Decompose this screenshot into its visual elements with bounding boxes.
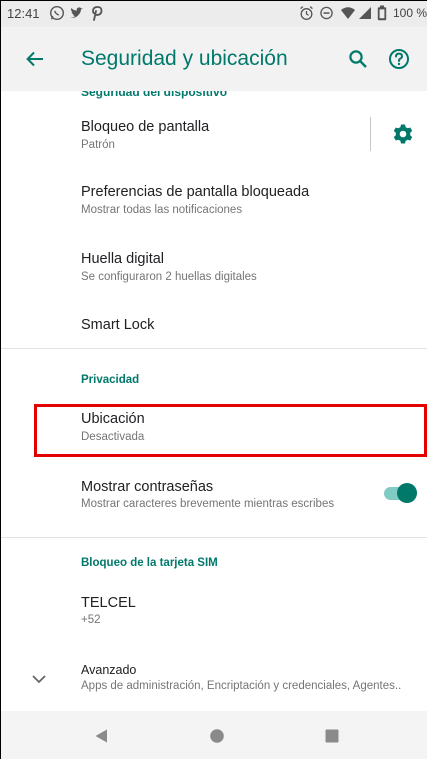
item-summary: Mostrar caracteres brevemente mientras e… [81, 498, 335, 510]
alarm-icon [300, 6, 313, 20]
settings-list[interactable]: Seguridad del dispositivo Bloqueo de pan… [1, 91, 427, 711]
item-summary: Se configuraron 2 huellas digitales [81, 271, 257, 283]
app-bar: Seguridad y ubicación [1, 27, 427, 91]
battery-level: 100 % [393, 6, 427, 20]
search-button[interactable] [340, 41, 376, 77]
page-title: Seguridad y ubicación [81, 47, 288, 70]
nav-home-icon [210, 729, 224, 743]
item-title: Huella digital [81, 251, 165, 267]
chevron-down-icon [32, 675, 46, 684]
section-header-sim-lock: Bloqueo de la tarjeta SIM [81, 557, 218, 569]
battery-icon [377, 5, 387, 21]
divider [1, 348, 427, 349]
nav-recents-button[interactable] [320, 724, 344, 748]
list-item-lock-screen-preferences[interactable]: Preferencias de pantalla bloqueada Mostr… [1, 174, 427, 236]
item-title: Bloqueo de pantalla [81, 119, 210, 135]
item-title: Mostrar contraseñas [81, 479, 214, 495]
list-item-smart-lock[interactable]: Smart Lock [1, 303, 427, 349]
nav-home-button[interactable] [205, 724, 229, 748]
item-title: Preferencias de pantalla bloqueada [81, 184, 310, 200]
section-header-privacy: Privacidad [81, 374, 140, 386]
help-icon [389, 49, 409, 69]
item-summary: Mostrar todas las notificaciones [81, 204, 243, 216]
divider [1, 537, 427, 538]
item-title: Smart Lock [81, 317, 155, 333]
twitter-icon [70, 7, 83, 18]
arrow-back-icon [26, 51, 43, 67]
list-item-advanced[interactable]: Avanzado Apps de administración, Encript… [1, 653, 427, 705]
item-summary: +52 [81, 614, 101, 626]
list-item-fingerprint[interactable]: Huella digital Se configuraron 2 huellas… [1, 241, 427, 303]
whatsapp-icon [49, 5, 65, 21]
nav-recents-icon [325, 729, 339, 743]
gear-icon[interactable] [392, 123, 414, 145]
switch-thumb [397, 483, 417, 503]
item-summary: Apps de administración, Encriptación y c… [81, 680, 402, 692]
section-header-device-security: Seguridad del dispositivo [81, 91, 228, 99]
location-highlight-box [34, 404, 427, 457]
list-item-carrier[interactable]: TELCEL +52 [1, 585, 427, 641]
back-button[interactable] [17, 41, 53, 77]
show-passwords-switch[interactable] [381, 482, 417, 504]
nav-back-button[interactable] [89, 724, 113, 748]
item-title: Avanzado [81, 663, 137, 677]
search-icon [349, 50, 367, 68]
status-time: 12:41 [7, 6, 40, 21]
help-button[interactable] [381, 41, 417, 77]
wifi-icon [341, 7, 355, 19]
device-frame: 12:41 100 % Seguridad y ubicación Seguri… [0, 0, 427, 759]
list-item-screen-lock[interactable]: Bloqueo de pantalla Patrón [1, 109, 427, 171]
nav-back-icon [95, 729, 107, 743]
item-summary: Patrón [81, 139, 115, 151]
vertical-divider [370, 117, 371, 151]
do-not-disturb-icon [320, 6, 333, 20]
navigation-bar [1, 711, 427, 759]
signal-icon [359, 7, 371, 19]
item-title: TELCEL [81, 595, 136, 611]
status-bar: 12:41 100 % [1, 1, 427, 27]
list-item-show-passwords[interactable]: Mostrar contraseñas Mostrar caracteres b… [1, 469, 427, 529]
pinterest-icon [92, 6, 103, 21]
